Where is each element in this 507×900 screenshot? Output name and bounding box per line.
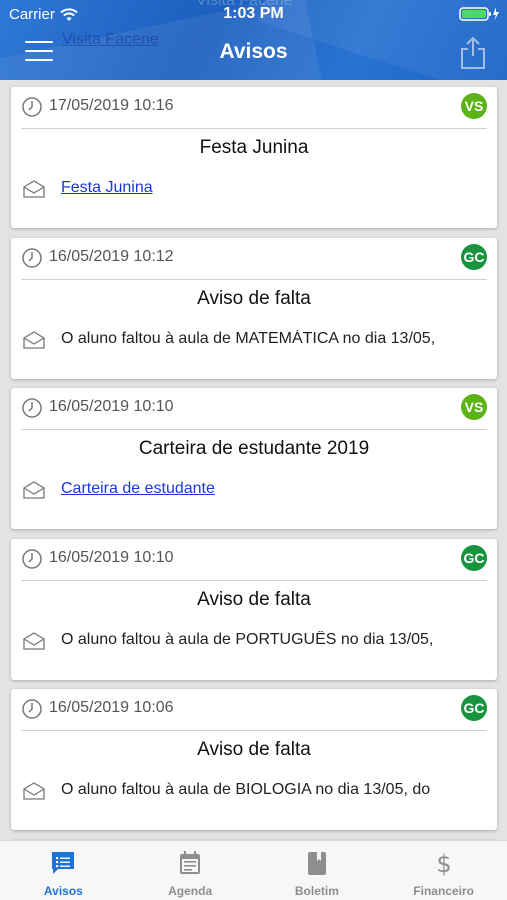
svg-text:$: $: [436, 850, 451, 876]
notice-date: 16/05/2019 10:10: [49, 398, 174, 415]
envelope-icon: [23, 631, 45, 650]
tab-financeiro[interactable]: $ Financeiro: [380, 841, 507, 900]
notice-date: 16/05/2019 10:06: [49, 699, 174, 716]
tab-boletim[interactable]: Boletim: [254, 841, 381, 900]
notice-card[interactable]: 16/05/2019 10:12 GC Aviso de falta O alu…: [11, 237, 497, 379]
clock-icon: [22, 548, 42, 569]
notice-card[interactable]: 16/05/2019 10:10 VS Carteira de estudant…: [11, 388, 497, 529]
clock-icon: [22, 97, 42, 117]
tab-agenda[interactable]: Agenda: [127, 841, 254, 900]
notice-date: 17/05/2019 10:16: [49, 97, 174, 114]
clock-icon: [22, 398, 42, 418]
notice-title: Carteira de estudante 2019: [138, 438, 370, 459]
page-title: Avisos: [219, 40, 288, 63]
status-time: 1:03 PM: [223, 5, 284, 22]
book-icon: [307, 852, 326, 875]
notice-title: Aviso de falta: [197, 588, 311, 610]
author-badge: VS: [461, 93, 487, 119]
tab-label: Avisos: [43, 884, 83, 898]
notice-body: O aluno faltou à aula de MATEMÁTICA no d…: [61, 329, 436, 347]
notice-body: O aluno faltou à aula de BIOLOGIA no dia…: [61, 781, 431, 798]
envelope-icon: [23, 481, 45, 499]
notice-header: 16/05/2019 10:12 GC: [21, 238, 487, 280]
author-badge: GC: [461, 695, 487, 721]
author-badge: GC: [461, 544, 487, 571]
tab-avisos[interactable]: Avisos: [0, 841, 127, 900]
envelope-icon: [23, 180, 45, 198]
notice-body: O aluno faltou à aula de PORTUGUÊS no di…: [61, 630, 434, 648]
tab-label: Agenda: [168, 884, 213, 898]
author-badge: GC: [461, 243, 487, 270]
notices-icon: [52, 852, 75, 874]
share-icon[interactable]: [459, 36, 487, 70]
calendar-icon: [180, 851, 201, 874]
tab-label: Boletim: [294, 884, 339, 898]
notice-header: 17/05/2019 10:16 VS: [21, 87, 487, 129]
notice-card[interactable]: 17/05/2019 10:16 VS Festa Junina Festa J…: [11, 87, 497, 228]
notice-header: 16/05/2019 10:10 GC: [21, 539, 487, 581]
notice-link[interactable]: Festa Junina: [61, 179, 493, 197]
notice-date: 16/05/2019 10:10: [49, 548, 174, 566]
notice-title: Aviso de falta: [197, 287, 311, 309]
dollar-icon: $: [436, 850, 451, 876]
notice-header: 16/05/2019 10:06 GC: [21, 689, 487, 731]
notice-link[interactable]: Carteira de estudante: [61, 480, 493, 498]
notice-title: Festa Junina: [199, 137, 309, 158]
tab-label: Financeiro: [413, 884, 474, 898]
notice-header: 16/05/2019 10:10 VS: [21, 388, 487, 430]
notice-card[interactable]: 16/05/2019 10:06 GC Aviso de falta O alu…: [11, 689, 497, 830]
envelope-icon: [23, 330, 45, 349]
notice-date: 16/05/2019 10:12: [49, 247, 174, 265]
status-bar: Carrier 1:03 PM: [0, 0, 507, 28]
notice-title: Aviso de falta: [197, 739, 311, 760]
tab-bar: Avisos Agenda Boletim $ Financeiro: [0, 840, 507, 900]
envelope-icon: [23, 782, 45, 800]
battery-icon: [459, 7, 499, 21]
author-badge: VS: [461, 394, 487, 420]
notice-list: 17/05/2019 10:16 VS Festa Junina Festa J…: [11, 87, 497, 869]
clock-icon: [22, 699, 42, 719]
app-header: Visita Facene Visita Facene Carrier 1:03…: [0, 0, 507, 80]
clock-icon: [22, 247, 42, 268]
notice-card[interactable]: 16/05/2019 10:10 GC Aviso de falta O alu…: [11, 538, 497, 680]
